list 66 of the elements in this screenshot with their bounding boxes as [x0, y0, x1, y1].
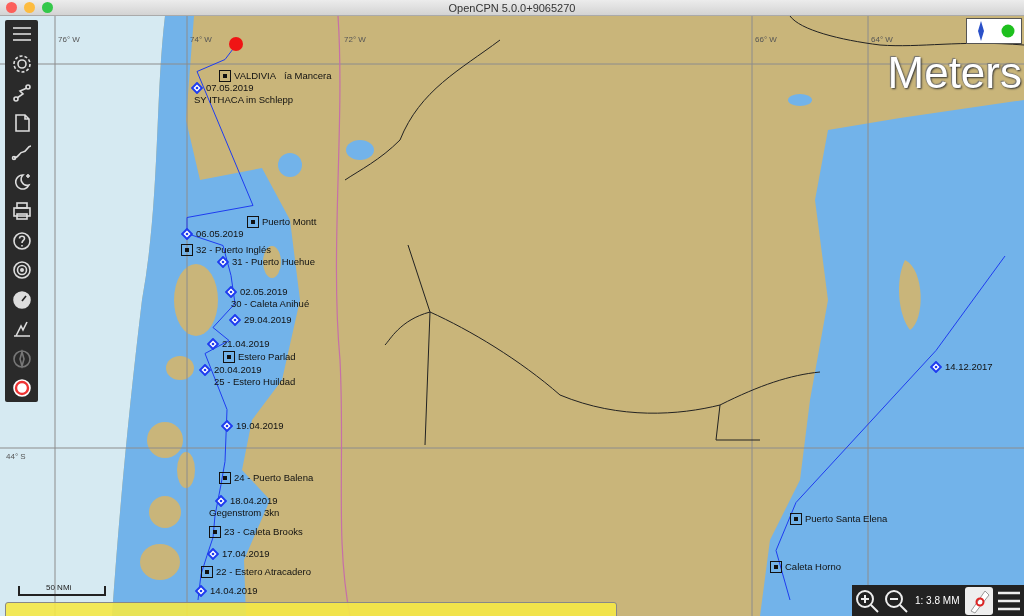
- chart-scale-text: 1: 3.8 MM: [915, 595, 960, 606]
- grid-coordinate-label: 64° W: [871, 35, 893, 44]
- chart-label: 24 - Puerto Balena: [234, 472, 314, 483]
- compass-icon[interactable]: [10, 347, 33, 370]
- route-point-icon[interactable]: [199, 363, 211, 376]
- route-point-icon[interactable]: [217, 255, 229, 268]
- chart-label: 30 - Caleta Anihué: [231, 298, 310, 309]
- grid-coordinate-label: 72° W: [344, 35, 366, 44]
- grid-coordinate-label: 76° W: [58, 35, 80, 44]
- zoom-out-icon[interactable]: [883, 587, 909, 614]
- route-point-icon[interactable]: [225, 285, 237, 298]
- gps-status-icon: [1001, 24, 1015, 38]
- scale-bar-label: 50 NMi: [46, 583, 72, 592]
- waypoint-icon[interactable]: [247, 215, 259, 228]
- route-point-icon[interactable]: [221, 419, 233, 432]
- zoom-in-icon[interactable]: [854, 587, 880, 614]
- chart-label: 29.04.2019: [244, 314, 292, 325]
- grid-coordinate-label: 66° W: [755, 35, 777, 44]
- vessel-position-icon: [229, 37, 243, 51]
- help-icon[interactable]: [10, 229, 33, 252]
- route-point-icon[interactable]: [181, 227, 193, 240]
- route-point-icon[interactable]: [191, 81, 203, 94]
- window-title: OpenCPN 5.0.0+9065270: [448, 1, 576, 14]
- units-watermark: Meters: [887, 48, 1022, 98]
- route-point-icon[interactable]: [215, 494, 227, 507]
- route-point-icon[interactable]: [229, 313, 241, 326]
- grid-coordinate-label: 44° S: [6, 452, 26, 461]
- chart-label: 21.04.2019: [222, 338, 270, 349]
- dashboard-gauge-icon[interactable]: [10, 288, 33, 311]
- chart-label: Puerto Montt: [262, 216, 317, 227]
- chart-label: 20.04.2019: [214, 364, 262, 375]
- chart-label: 14.04.2019: [210, 585, 258, 596]
- settings-icon[interactable]: [10, 52, 33, 75]
- chart-label: 18.04.2019: [230, 495, 278, 506]
- chart-label: 14.12.2017: [945, 361, 993, 372]
- waypoint-icon[interactable]: [181, 243, 193, 256]
- waypoint-icon[interactable]: [201, 565, 213, 578]
- waypoint-icon[interactable]: [223, 350, 235, 363]
- chart-label: 07.05.2019: [206, 82, 254, 93]
- waypoint-icon[interactable]: [219, 69, 231, 82]
- route-point-icon[interactable]: [195, 584, 207, 597]
- chart-label: Gegenstrom 3kn: [209, 507, 280, 518]
- chart-label: 06.05.2019: [196, 228, 244, 239]
- chart-label: Caleta Horno: [785, 561, 841, 572]
- route-point-icon[interactable]: [207, 337, 219, 350]
- chart-label: 17.04.2019: [222, 548, 270, 559]
- route-tool-icon[interactable]: [10, 82, 33, 104]
- ais-target-icon[interactable]: [10, 259, 33, 281]
- chart-label: Estero Parlad: [238, 351, 296, 362]
- chart-label: ía Mancera: [284, 70, 332, 81]
- lifebuoy-icon[interactable]: [10, 377, 33, 399]
- chart-label: 25 - Estero Huildad: [214, 376, 296, 387]
- waypoint-icon[interactable]: [790, 512, 802, 525]
- chart-label: 02.05.2019: [240, 286, 288, 297]
- route-point-icon[interactable]: [930, 360, 942, 373]
- chart-label: SY ITHACA im Schlepp: [194, 94, 294, 105]
- chart-label: VALDIVIA: [234, 70, 277, 81]
- print-icon[interactable]: [10, 200, 33, 222]
- chart-label: 32 - Puerto Inglés: [196, 244, 271, 255]
- waypoint-icon[interactable]: [209, 525, 221, 538]
- route-point-icon[interactable]: [207, 547, 219, 560]
- waypoint-icon[interactable]: [219, 471, 231, 484]
- own-ship-icon[interactable]: [965, 586, 994, 615]
- peninsula: [899, 260, 921, 330]
- chart-label: Puerto Santa Elena: [805, 513, 888, 524]
- waypoint-icon[interactable]: [770, 560, 782, 573]
